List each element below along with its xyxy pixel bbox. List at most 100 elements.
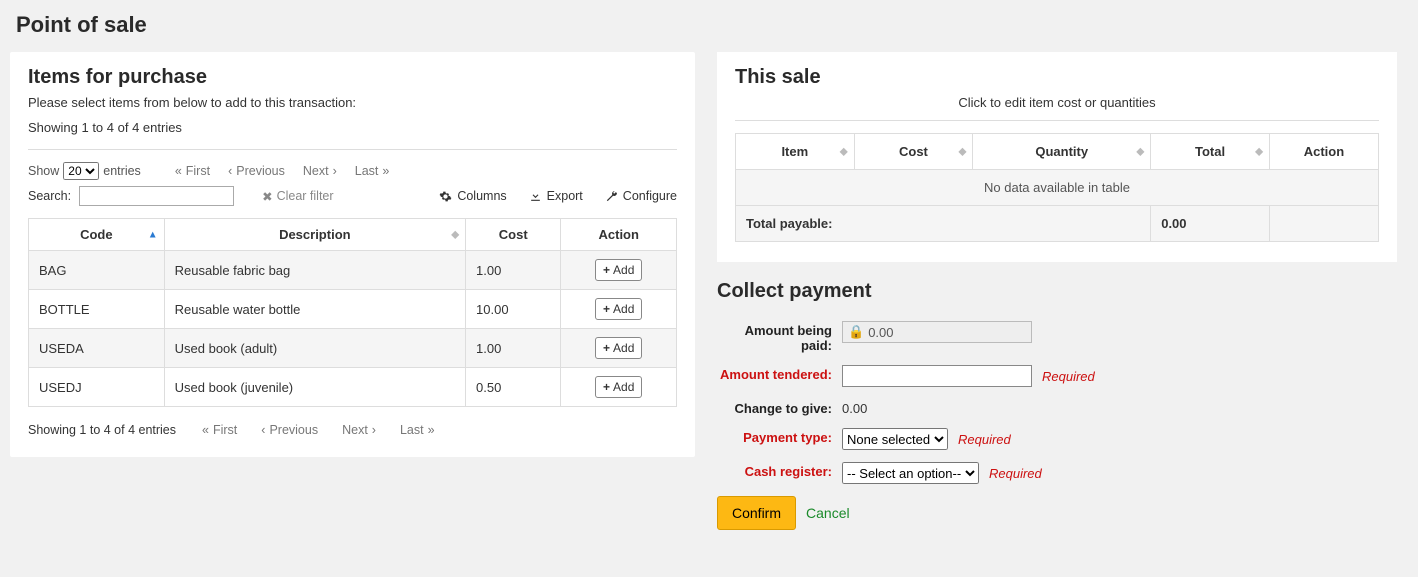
col-item[interactable]: Item◆ (736, 134, 855, 170)
sort-icon: ◆ (1255, 146, 1263, 157)
sale-subtext: Click to edit item cost or quantities (735, 95, 1379, 110)
plus-icon: + (603, 341, 610, 355)
amount-paid-label: Amount being paid: (717, 321, 832, 353)
sort-icon: ◆ (959, 146, 967, 157)
clear-filter-button[interactable]: ✖ Clear filter (262, 189, 333, 204)
cell-code: USEDA (29, 329, 165, 368)
chevron-right-icon: › (333, 164, 337, 178)
cancel-link[interactable]: Cancel (806, 505, 850, 521)
pager-bottom: «First ‹Previous Next› Last» (202, 423, 435, 437)
separator (735, 120, 1379, 121)
add-button[interactable]: +Add (595, 298, 642, 320)
chevron-right-icon: › (372, 423, 376, 437)
cell-desc: Reusable water bottle (164, 290, 465, 329)
search-label: Search: (28, 189, 71, 203)
row-payment-type: Payment type: None selected Required (717, 428, 1397, 450)
plus-icon: + (603, 380, 610, 394)
pager-next[interactable]: Next› (342, 423, 376, 437)
sale-table: Item◆ Cost◆ Quantity◆ Total◆ Action No d… (735, 133, 1379, 242)
items-toolbar-2: Search: ✖ Clear filter Columns (28, 186, 677, 206)
pager-first[interactable]: «First (175, 164, 210, 178)
plus-icon: + (603, 302, 610, 316)
row-cash-register: Cash register: -- Select an option-- Req… (717, 462, 1397, 484)
no-data: No data available in table (736, 170, 1379, 206)
items-heading: Items for purchase (28, 66, 677, 89)
payment-heading: Collect payment (717, 280, 1397, 303)
pager-prev[interactable]: ‹Previous (228, 164, 285, 178)
col-cost[interactable]: Cost (466, 219, 561, 251)
sort-icon: ◆ (451, 229, 459, 240)
amount-tendered-input[interactable] (842, 365, 1032, 387)
x-icon: ✖ (262, 189, 272, 204)
confirm-button[interactable]: Confirm (717, 496, 796, 530)
items-footer: Showing 1 to 4 of 4 entries «First ‹Prev… (28, 423, 677, 437)
pager-last[interactable]: Last» (400, 423, 435, 437)
cell-desc: Reusable fabric bag (164, 251, 465, 290)
table-row: USEDJ Used book (juvenile) 0.50 +Add (29, 368, 677, 407)
gear-icon (439, 190, 452, 203)
cell-cost: 1.00 (466, 251, 561, 290)
show-label-post: entries (103, 164, 141, 178)
col-action: Action (561, 219, 677, 251)
amount-tendered-label: Amount tendered: (717, 365, 832, 382)
row-amount-paid: Amount being paid: 🔒 0.00 (717, 321, 1397, 353)
pager-last[interactable]: Last» (355, 164, 390, 178)
show-label-pre: Show (28, 164, 59, 178)
cell-desc: Used book (juvenile) (164, 368, 465, 407)
plus-icon: + (603, 263, 610, 277)
change-value: 0.00 (842, 399, 867, 416)
export-button[interactable]: Export (529, 189, 583, 203)
lock-icon: 🔒 (848, 324, 864, 340)
pager-top: «First ‹Previous Next› Last» (175, 164, 390, 178)
entries-info-top: Showing 1 to 4 of 4 entries (28, 120, 677, 135)
col-description[interactable]: Description◆ (164, 219, 465, 251)
row-amount-tendered: Amount tendered: Required (717, 365, 1397, 387)
payment-type-label: Payment type: (717, 428, 832, 445)
configure-button[interactable]: Configure (605, 189, 677, 203)
total-payable-value: 0.00 (1151, 206, 1270, 242)
items-panel: Items for purchase Please select items f… (10, 52, 695, 457)
cell-code: BOTTLE (29, 290, 165, 329)
change-label: Change to give: (717, 399, 832, 416)
separator (28, 149, 677, 150)
add-button[interactable]: +Add (595, 259, 642, 281)
chevron-left-icon: ‹ (261, 423, 265, 437)
items-table: Code▲ Description◆ Cost Action BAG Reusa… (28, 218, 677, 407)
wrench-icon (605, 190, 618, 203)
search-input[interactable] (79, 186, 234, 206)
required-text: Required (989, 466, 1042, 481)
col-total[interactable]: Total◆ (1151, 134, 1270, 170)
pager-next[interactable]: Next› (303, 164, 337, 178)
col-code[interactable]: Code▲ (29, 219, 165, 251)
show-entries-select[interactable]: 20 (63, 162, 99, 180)
col-action: Action (1269, 134, 1378, 170)
cell-code: USEDJ (29, 368, 165, 407)
col-cost[interactable]: Cost◆ (854, 134, 973, 170)
cell-code: BAG (29, 251, 165, 290)
entries-info-bottom: Showing 1 to 4 of 4 entries (28, 423, 176, 437)
table-row: USEDA Used book (adult) 1.00 +Add (29, 329, 677, 368)
cell-desc: Used book (adult) (164, 329, 465, 368)
add-button[interactable]: +Add (595, 337, 642, 359)
items-subtext: Please select items from below to add to… (28, 95, 677, 110)
double-chevron-left-icon: « (202, 423, 209, 437)
cell-cost: 1.00 (466, 329, 561, 368)
double-chevron-right-icon: » (382, 164, 389, 178)
cash-register-select[interactable]: -- Select an option-- (842, 462, 979, 484)
double-chevron-left-icon: « (175, 164, 182, 178)
add-button[interactable]: +Add (595, 376, 642, 398)
sale-heading: This sale (735, 66, 1379, 89)
double-chevron-right-icon: » (428, 423, 435, 437)
pager-first[interactable]: «First (202, 423, 237, 437)
sort-icon: ◆ (840, 146, 848, 157)
col-qty[interactable]: Quantity◆ (973, 134, 1151, 170)
page-title: Point of sale (16, 12, 1408, 38)
payment-type-select[interactable]: None selected (842, 428, 948, 450)
pager-prev[interactable]: ‹Previous (261, 423, 318, 437)
table-row: BOTTLE Reusable water bottle 10.00 +Add (29, 290, 677, 329)
row-change: Change to give: 0.00 (717, 399, 1397, 416)
required-text: Required (1042, 369, 1095, 384)
columns-button[interactable]: Columns (439, 189, 506, 203)
items-toolbar-1: Show 20 entries «First ‹Previous Next› L… (28, 162, 677, 180)
table-row: BAG Reusable fabric bag 1.00 +Add (29, 251, 677, 290)
